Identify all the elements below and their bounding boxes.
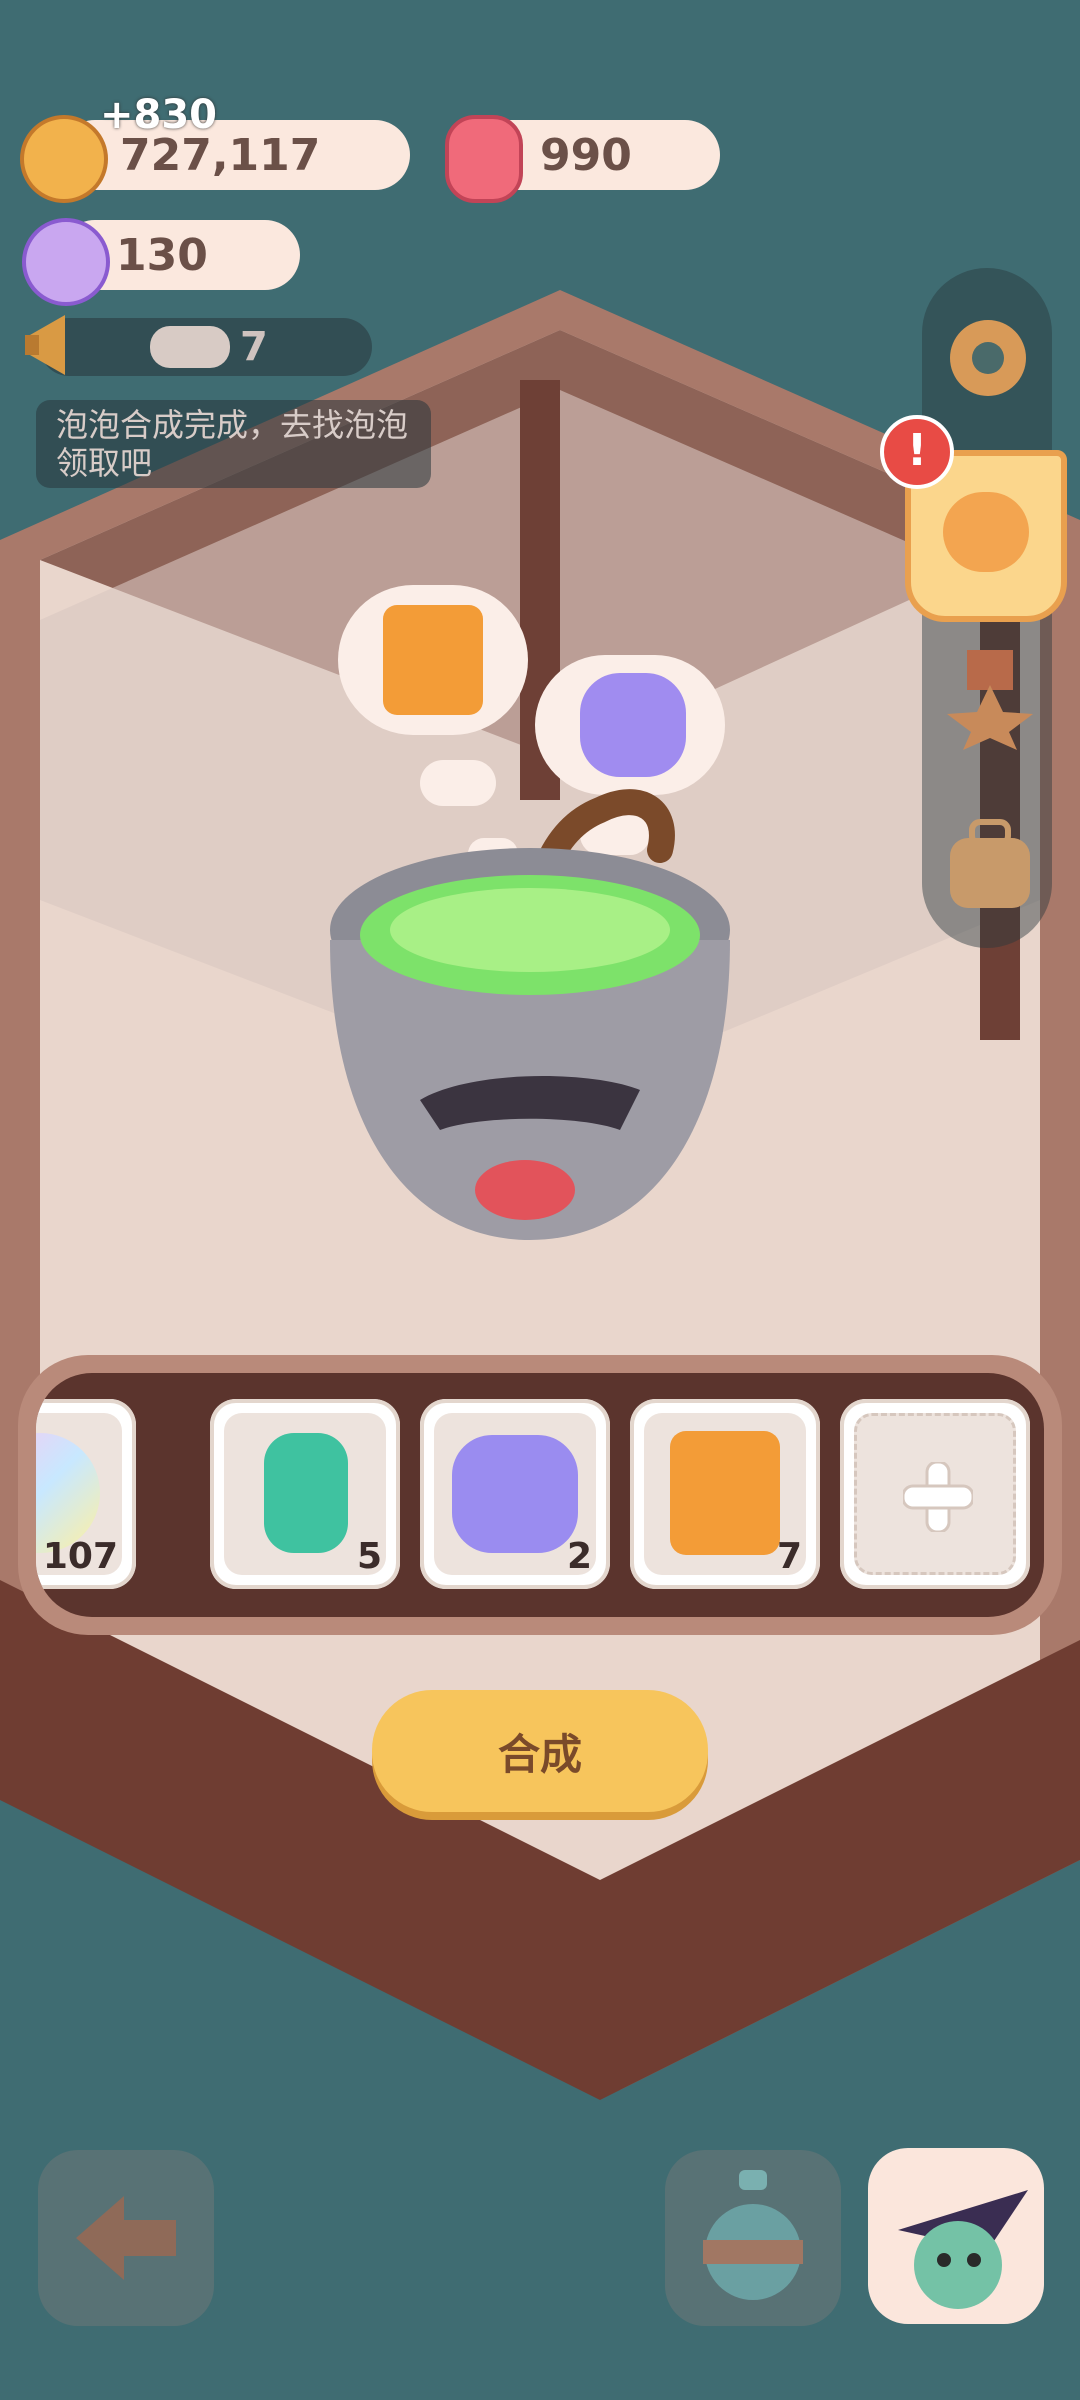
backpack-icon[interactable] (940, 818, 1040, 914)
synthesize-button[interactable]: 合成 (372, 1690, 708, 1812)
back-button[interactable] (38, 2150, 214, 2326)
inventory-panel: 107 5 2 7 (18, 1355, 1062, 1635)
inventory-slot-add[interactable] (840, 1399, 1030, 1589)
slot-count: 5 (356, 1536, 382, 1577)
alert-badge-icon: ! (880, 415, 954, 489)
slot-count: 7 (776, 1536, 802, 1577)
cookie-icon (20, 115, 108, 203)
notice-count: 7 (240, 324, 268, 370)
notice-message: 泡泡合成完成，去找泡泡领取吧 (56, 406, 409, 482)
orange-bag-icon (383, 605, 483, 715)
candy-value: 130 (116, 229, 208, 281)
inventory-slot-rainbow-shell[interactable]: 107 (36, 1399, 136, 1589)
plus-icon (903, 1462, 973, 1532)
back-arrow-icon (76, 2196, 176, 2280)
settings-gear-icon[interactable] (940, 310, 1036, 406)
witch-avatar-icon (898, 2190, 1028, 2309)
gem-value: 990 (540, 129, 632, 181)
notice-message-box: 泡泡合成完成，去找泡泡领取吧 (36, 400, 431, 488)
slot-count: 107 (42, 1536, 118, 1577)
inventory-slot-orange-bag[interactable]: 7 (630, 1399, 820, 1589)
slot-count: 2 (566, 1536, 592, 1577)
potion-flask-icon (703, 2170, 803, 2300)
synthesize-label: 合成 (497, 1729, 582, 1779)
cookie-gain: +830 (100, 92, 218, 138)
candy-icon (22, 218, 110, 306)
pot-heart-icon (943, 492, 1029, 572)
pink-creature-icon (445, 115, 523, 203)
medal-icon[interactable] (945, 650, 1035, 750)
bubble-friends-icon (150, 326, 230, 368)
potion-button[interactable] (665, 2150, 841, 2326)
cauldron[interactable] (300, 770, 780, 1240)
inventory-track: 107 5 2 7 (36, 1373, 1044, 1617)
star-sack-icon (580, 673, 686, 777)
thought-bubble-bag (338, 585, 528, 735)
witch-character-button[interactable] (868, 2148, 1044, 2324)
inventory-slot-star-sack[interactable]: 2 (420, 1399, 610, 1589)
megaphone-icon (20, 305, 100, 385)
inventory-slot-potion-bottle[interactable]: 5 (210, 1399, 400, 1589)
